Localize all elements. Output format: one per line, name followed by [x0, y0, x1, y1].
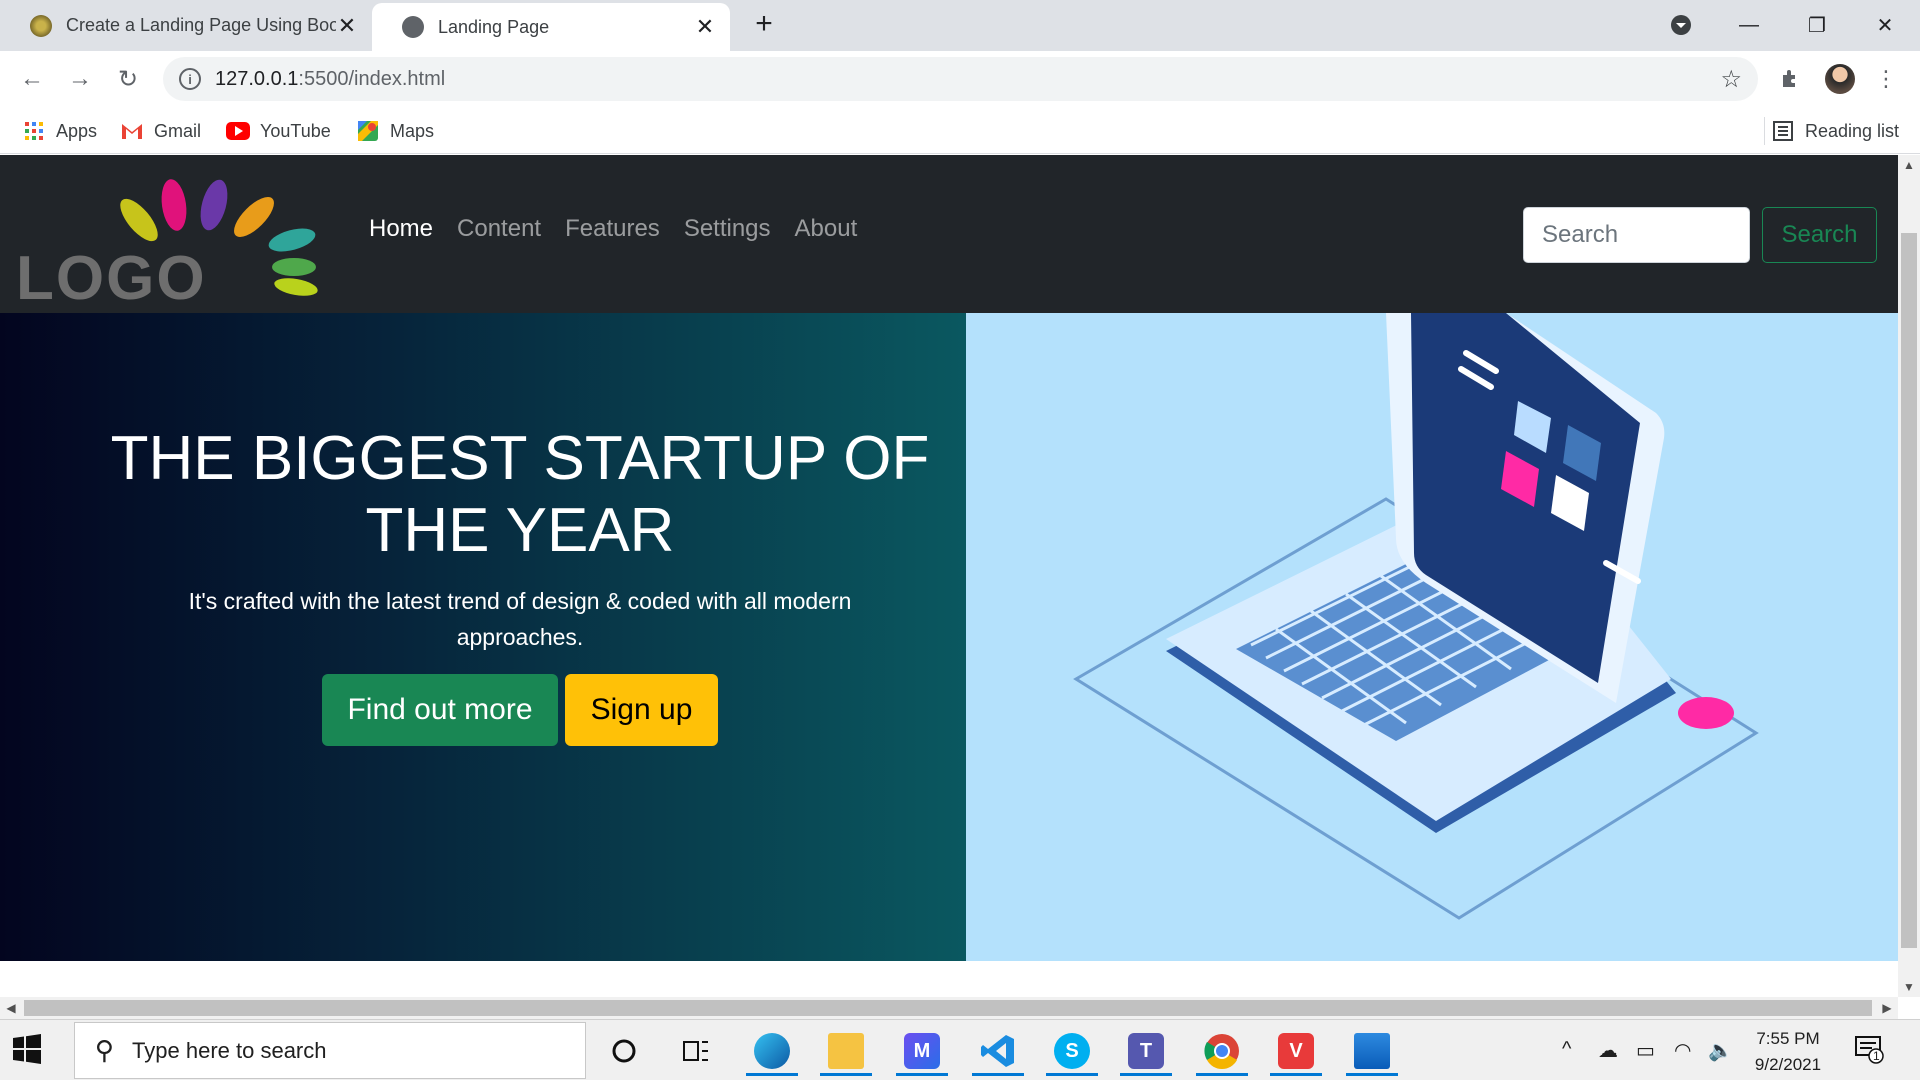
nav-home[interactable]: Home	[369, 215, 433, 243]
youtube-icon	[226, 120, 250, 142]
scroll-right-icon[interactable]: ▶	[1876, 997, 1898, 1019]
search-icon: ⚲	[95, 1035, 115, 1065]
tab-title: Landing Page	[438, 16, 550, 37]
find-out-more-button[interactable]: Find out more	[322, 674, 558, 746]
forward-icon[interactable]: →	[62, 61, 98, 97]
nav-about[interactable]: About	[795, 215, 858, 243]
scrollbar-thumb[interactable]	[24, 1000, 1872, 1016]
vertical-scrollbar[interactable]: ▲ ▼	[1898, 155, 1920, 997]
extensions-puzzle-icon[interactable]	[1775, 63, 1807, 95]
reload-icon[interactable]: ↻	[110, 61, 146, 97]
tab-title: Create a Landing Page Using Boo	[66, 15, 336, 35]
nav-features[interactable]: Features	[565, 215, 660, 243]
nav-content[interactable]: Content	[457, 215, 541, 243]
gmail-icon	[120, 120, 144, 142]
windows-start-icon[interactable]	[12, 1034, 58, 1068]
site-info-icon[interactable]: i	[179, 68, 201, 90]
reading-list-icon	[1771, 120, 1795, 142]
bookmark-gmail[interactable]: Gmail	[120, 117, 201, 145]
site-logo[interactable]: LOGO	[14, 175, 334, 313]
hero-text-panel: THE BIGGEST STARTUP OF THE YEAR It's cra…	[0, 313, 966, 961]
bookmark-youtube[interactable]: YouTube	[226, 117, 331, 145]
bookmark-apps[interactable]: Apps	[22, 117, 97, 145]
bookmark-label: Maps	[390, 120, 435, 141]
clock-time: 7:55 PM	[1756, 1029, 1820, 1048]
scroll-up-icon[interactable]: ▲	[1898, 155, 1920, 175]
taskbar-clock[interactable]: 7:55 PM 9/2/2021	[1738, 1026, 1838, 1078]
chrome-icon[interactable]	[1190, 1026, 1254, 1076]
clock-date: 9/2/2021	[1754, 1055, 1822, 1074]
tab-search-icon[interactable]	[1658, 8, 1704, 42]
windows-taskbar: ⚲ Type here to search M S T V ^ ☁ ▭ ◠ 🔈 …	[0, 1019, 1920, 1080]
new-tab-button[interactable]: +	[748, 7, 780, 40]
close-window-icon[interactable]: ✕	[1862, 8, 1908, 42]
notification-count: 1	[1873, 1049, 1880, 1063]
main-nav: Home Content Features Settings About	[369, 215, 857, 243]
cortana-icon[interactable]	[592, 1026, 656, 1076]
close-tab-icon[interactable]: ✕	[336, 13, 358, 38]
tab-create-landing-page[interactable]: Create a Landing Page Using Boo ✕	[0, 0, 372, 51]
task-view-icon[interactable]	[664, 1026, 728, 1076]
hero-illustration-panel	[966, 313, 1898, 961]
horizontal-scrollbar[interactable]: ◀ ▶	[0, 997, 1898, 1019]
taskbar-search-placeholder: Type here to search	[132, 1037, 327, 1063]
page-viewport: LOGO Home Content Features Settings Abou…	[0, 155, 1898, 997]
url-host: 127.0.0.1	[215, 67, 299, 90]
file-explorer-icon[interactable]	[814, 1026, 878, 1076]
search-input[interactable]: Search	[1523, 207, 1750, 263]
minimize-icon[interactable]: —	[1726, 8, 1772, 42]
apps-grid-icon	[22, 120, 46, 142]
nav-settings[interactable]: Settings	[684, 215, 771, 243]
volume-icon[interactable]: 🔈	[1708, 1038, 1733, 1063]
tab-landing-page[interactable]: Landing Page ✕	[372, 3, 730, 51]
hero-title: THE BIGGEST STARTUP OF THE YEAR	[110, 424, 930, 565]
bookmark-label: YouTube	[260, 120, 331, 141]
browser-toolbar: ← → ↻ i 127.0.0.1:5500/index.html ☆ ⋮	[0, 51, 1920, 107]
globe-icon	[402, 16, 424, 38]
maps-icon	[356, 120, 380, 142]
bookmark-label: Apps	[56, 120, 98, 141]
scroll-down-icon[interactable]: ▼	[1898, 977, 1920, 997]
back-icon[interactable]: ←	[14, 61, 50, 97]
bookmark-maps[interactable]: Maps	[356, 117, 434, 145]
battery-icon[interactable]: ▭	[1636, 1038, 1655, 1063]
reading-list[interactable]: Reading list	[1764, 117, 1899, 145]
scroll-left-icon[interactable]: ◀	[0, 997, 22, 1019]
skype-icon[interactable]: S	[1040, 1026, 1104, 1076]
browser-tab-strip: Create a Landing Page Using Boo ✕ Landin…	[0, 0, 1920, 51]
taskbar-search-box[interactable]: ⚲ Type here to search	[74, 1022, 586, 1079]
tab-favicon-icon	[30, 14, 52, 37]
laptop-illustration	[1073, 313, 1759, 920]
show-hidden-icons-icon[interactable]: ^	[1562, 1038, 1571, 1061]
wifi-icon[interactable]: ◠	[1674, 1038, 1691, 1063]
edge-icon[interactable]	[740, 1026, 804, 1076]
vscode-icon[interactable]	[966, 1026, 1030, 1076]
close-tab-icon[interactable]: ✕	[694, 14, 716, 39]
scrollbar-thumb[interactable]	[1901, 233, 1917, 948]
search-button[interactable]: Search	[1762, 207, 1877, 263]
teams-icon[interactable]: T	[1114, 1026, 1178, 1076]
url-path: :5500/index.html	[298, 67, 446, 90]
logo-text: LOGO	[16, 244, 207, 305]
reading-list-label: Reading list	[1805, 120, 1900, 141]
app-icon-red[interactable]: V	[1264, 1026, 1328, 1076]
chrome-menu-icon[interactable]: ⋮	[1870, 63, 1902, 95]
profile-avatar[interactable]	[1824, 63, 1856, 95]
hero-subtitle: It's crafted with the latest trend of de…	[188, 588, 852, 650]
notification-center-icon[interactable]: 1	[1854, 1034, 1888, 1068]
restore-icon[interactable]: ❐	[1794, 8, 1840, 42]
bookmarks-bar: Apps Gmail YouTube Maps Reading list	[0, 107, 1920, 154]
address-bar[interactable]: i 127.0.0.1:5500/index.html ☆	[163, 57, 1758, 101]
bookmark-star-icon[interactable]: ☆	[1720, 65, 1742, 94]
onedrive-icon[interactable]: ☁	[1598, 1038, 1618, 1063]
url-text: 127.0.0.1:5500/index.html	[215, 68, 445, 91]
site-navbar: LOGO Home Content Features Settings Abou…	[0, 155, 1898, 313]
bookmark-label: Gmail	[154, 120, 202, 141]
sign-up-button[interactable]: Sign up	[565, 674, 718, 746]
app-icon[interactable]: M	[890, 1026, 954, 1076]
photos-icon[interactable]	[1340, 1026, 1404, 1076]
